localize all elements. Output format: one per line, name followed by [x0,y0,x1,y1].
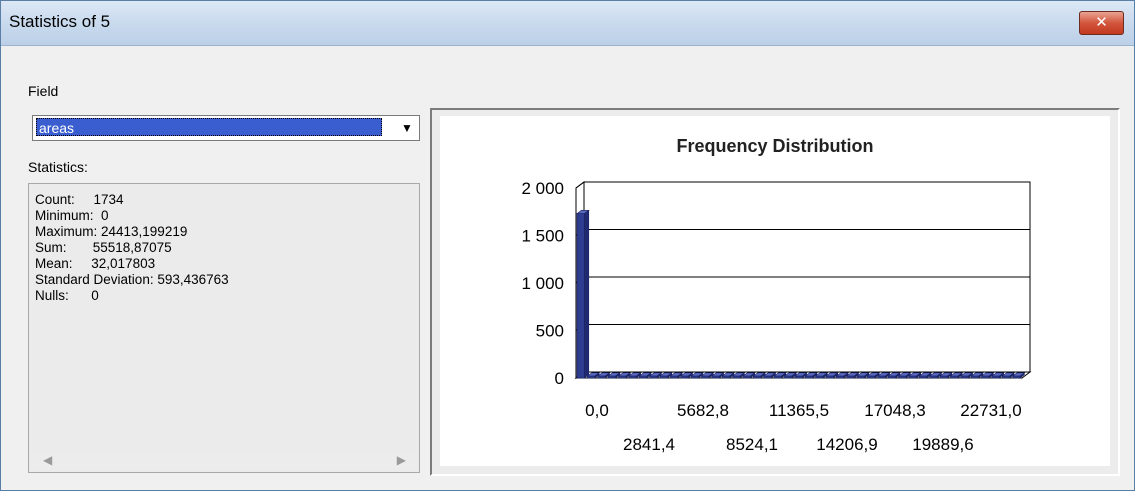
bar [1001,375,1010,379]
bar [877,375,886,379]
chart-panel: Frequency Distribution 2 000 1 500 1 000 500… [440,116,1110,466]
bar [794,375,803,379]
bar [846,375,855,379]
bar [867,375,876,379]
bar [763,375,772,379]
bar [773,375,782,379]
statistics-box[interactable]: Count: 1734 Minimum: 0 Maximum: 24413,1992… [28,183,420,473]
bar [711,375,720,379]
statistics-line: Count: 1734 [35,192,124,207]
y-tick-label: 2 000 [521,179,564,198]
statistics-line: Minimum: 0 [35,208,109,223]
frequency-chart: Frequency Distribution 2 000 1 500 1 000 500… [521,136,1032,454]
chevron-down-icon[interactable]: ▼ [397,119,417,137]
bar [721,375,730,379]
y-tick-label: 0 [555,369,564,388]
title-bar[interactable]: Statistics of 5 ✕ [1,1,1134,46]
statistics-line: Nulls: 0 [35,288,99,303]
bar [887,375,896,379]
bar [576,213,585,379]
bar [898,375,907,379]
bar [628,375,637,379]
statistics-line: Maximum: 24413,199219 [35,224,188,239]
field-dropdown[interactable]: areas ▼ [32,115,420,141]
bar [970,375,979,379]
close-button[interactable]: ✕ [1079,11,1124,35]
statistics-label: Statistics: [28,159,88,175]
bar [815,375,824,379]
x-tick-label: 14206,9 [816,435,877,454]
chart-frame: Frequency Distribution 2 000 1 500 1 000 500… [430,108,1120,476]
bar [587,375,596,379]
bar-side [584,209,590,379]
x-tick-label: 5682,8 [677,401,729,420]
bar [753,375,761,379]
bar [659,375,668,379]
bar [1012,375,1021,379]
window-title: Statistics of 5 [9,12,111,31]
bar [939,375,948,379]
y-tick-label: 500 [536,322,564,341]
bar [607,375,616,379]
bar [918,375,927,379]
bar [670,375,679,379]
x-tick-label: 11365,5 [769,401,829,420]
scroll-left-icon[interactable]: ◀ [43,453,52,467]
bar [638,375,647,379]
bar [742,375,751,379]
bar [825,375,834,379]
x-tick-label: 0,0 [585,401,609,420]
bar [784,375,793,379]
x-tick-label: 8524,1 [726,435,778,454]
bar [690,375,699,379]
horizontal-scrollbar[interactable]: ◀ ▶ [31,452,418,470]
bar [991,375,1000,379]
bar [804,375,813,379]
scroll-right-icon[interactable]: ▶ [397,453,406,467]
bar [597,375,606,379]
bar [960,375,969,379]
bar [649,375,658,379]
bar [908,375,917,379]
statistics-line: Mean: 32,017803 [35,256,156,271]
close-icon: ✕ [1095,13,1108,31]
y-tick-label: 1 000 [521,274,564,293]
field-dropdown-value: areas [36,118,382,136]
bar [856,375,865,379]
statistics-line: Standard Deviation: 593,436763 [35,272,229,287]
bar [950,375,959,379]
bar [929,375,938,379]
field-label: Field [28,83,59,99]
bar [618,375,627,379]
bar [732,375,741,379]
bar [981,375,990,379]
x-tick-label: 17048,3 [864,401,925,420]
y-tick-label: 1 500 [521,227,564,246]
bar [701,375,710,379]
bar [836,375,844,379]
x-tick-label: 2841,4 [623,435,675,454]
chart-title: Frequency Distribution [676,136,873,156]
x-tick-label: 19889,6 [912,435,973,454]
statistics-line: Sum: 55518,87075 [35,240,172,255]
x-tick-label: 22731,0 [960,401,1021,420]
bar [680,375,689,379]
